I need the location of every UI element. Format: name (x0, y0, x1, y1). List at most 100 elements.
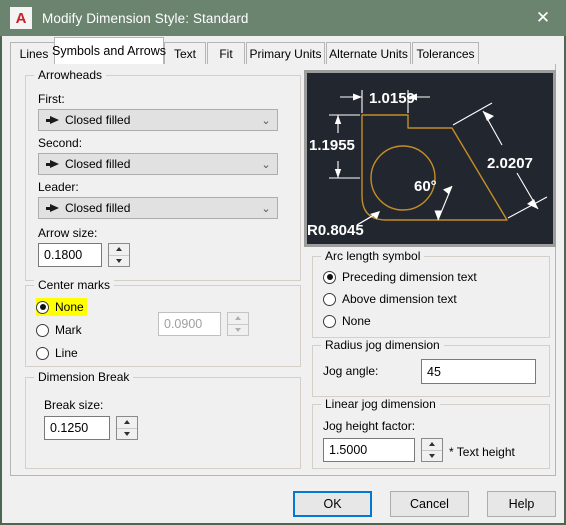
radius-jog-group-label: Radius jog dimension (321, 338, 444, 352)
modify-dimension-style-dialog: A Modify Dimension Style: Standard ✕ Lin… (0, 0, 566, 525)
spin-up-icon[interactable] (109, 244, 129, 255)
jog-height-spin-buttons (421, 438, 443, 462)
first-arrowhead-combo[interactable]: Closed filled ⌄ (38, 109, 278, 131)
spin-up-icon (228, 313, 248, 324)
preview-label-diagonal: 2.0207 (487, 155, 533, 172)
tab-label: Lines (19, 46, 49, 61)
spin-down-icon[interactable] (109, 254, 129, 266)
radio-icon (36, 346, 49, 360)
first-label: First: (38, 92, 65, 106)
title-bar: A Modify Dimension Style: Standard ✕ (0, 0, 566, 36)
chevron-down-icon: ⌄ (261, 202, 271, 215)
first-arrowhead-value: Closed filled (65, 113, 131, 127)
arc-length-option-preceding[interactable]: Preceding dimension text (323, 268, 477, 286)
arc-length-option-label: Preceding dimension text (342, 270, 477, 284)
dimension-style-preview: 1.0159 1.1955 R0.8045 60° 2.0207 (304, 70, 556, 247)
radius-jog-dimension-group: Radius jog dimension Jog angle: 45 (312, 338, 550, 397)
jog-angle-input[interactable]: 45 (421, 359, 536, 384)
center-mark-size-spin-buttons (227, 312, 249, 336)
center-marks-option-label: None (55, 300, 84, 314)
jog-height-factor-label: Jog height factor: (323, 419, 416, 433)
preview-label-radius: R0.8045 (307, 222, 364, 239)
tab-label: Fit (219, 46, 233, 61)
tab-tolerances[interactable]: Tolerances (412, 42, 479, 64)
jog-angle-label: Jog angle: (323, 364, 379, 378)
close-icon[interactable]: ✕ (520, 0, 566, 36)
center-marks-option-mark[interactable]: Mark (36, 321, 82, 339)
center-mark-size-input: 0.0900 (158, 312, 221, 336)
jog-height-factor-input[interactable]: 1.5000 (323, 438, 415, 462)
chevron-down-icon: ⌄ (261, 114, 271, 127)
preview-label-left: 1.1955 (309, 137, 355, 154)
center-marks-option-none[interactable]: None (36, 298, 87, 316)
dialog-title: Modify Dimension Style: Standard (42, 10, 249, 26)
center-marks-option-label: Line (55, 346, 78, 360)
center-mark-size-stepper: 0.0900 (158, 312, 249, 336)
tab-text[interactable]: Text (164, 42, 206, 64)
arc-length-option-label: Above dimension text (342, 292, 457, 306)
preview-label-top: 1.0159 (369, 90, 415, 107)
autocad-logo-icon: A (10, 7, 32, 29)
tab-primary-units[interactable]: Primary Units (246, 42, 325, 64)
tab-label: Primary Units (249, 46, 322, 61)
break-size-stepper[interactable]: 0.1250 (44, 416, 138, 440)
leader-arrowhead-combo[interactable]: Closed filled ⌄ (38, 197, 278, 219)
arrow-size-label: Arrow size: (38, 226, 98, 240)
break-size-spin-buttons (116, 416, 138, 440)
jog-height-factor-stepper[interactable]: 1.5000 (323, 438, 443, 462)
spin-down-icon (228, 323, 248, 335)
radio-icon (323, 270, 336, 284)
tab-label: Alternate Units (329, 46, 408, 61)
arc-length-option-above[interactable]: Above dimension text (323, 290, 457, 308)
preview-drawing: 1.0159 1.1955 R0.8045 60° 2.0207 (307, 73, 553, 244)
spin-down-icon[interactable] (117, 427, 137, 439)
center-marks-group: Center marks None Mark Line 0.0900 (25, 278, 301, 367)
linear-jog-dimension-group: Linear jog dimension Jog height factor: … (312, 397, 550, 469)
tab-lines[interactable]: Lines (10, 42, 58, 64)
arrowheads-group: Arrowheads First: Closed filled ⌄ Second… (25, 68, 301, 281)
tab-symbols-and-arrows[interactable]: Symbols and Arrows (52, 37, 166, 64)
arrow-size-spin-buttons (108, 243, 130, 267)
tab-label: Symbols and Arrows (52, 44, 166, 58)
ok-button[interactable]: OK (293, 491, 372, 517)
radio-icon (36, 300, 49, 314)
cancel-button[interactable]: Cancel (390, 491, 469, 517)
radio-icon (323, 292, 336, 306)
center-marks-group-label: Center marks (34, 278, 115, 292)
chevron-down-icon: ⌄ (261, 158, 271, 171)
tab-fit[interactable]: Fit (207, 42, 245, 64)
spin-up-icon[interactable] (422, 439, 442, 450)
arc-length-option-none[interactable]: None (323, 312, 371, 330)
linear-jog-group-label: Linear jog dimension (321, 397, 440, 411)
dimension-break-group-label: Dimension Break (34, 370, 134, 384)
center-marks-option-line[interactable]: Line (36, 344, 78, 362)
second-label: Second: (38, 136, 83, 150)
second-arrowhead-value: Closed filled (65, 157, 131, 171)
preview-label-angle: 60° (414, 178, 437, 195)
tab-label: Tolerances (416, 46, 475, 61)
closed-filled-arrow-icon (46, 115, 59, 125)
arc-length-symbol-group: Arc length symbol Preceding dimension te… (312, 249, 550, 338)
break-size-label: Break size: (44, 398, 104, 412)
arrow-size-stepper[interactable]: 0.1800 (38, 243, 130, 267)
arrowheads-group-label: Arrowheads (34, 68, 107, 82)
center-marks-option-label: Mark (55, 323, 82, 337)
arc-length-symbol-group-label: Arc length symbol (321, 249, 425, 263)
radio-icon (323, 314, 336, 328)
radio-icon (36, 323, 49, 337)
tab-strip: Lines Symbols and Arrows Text Fit Primar… (2, 36, 564, 64)
dimension-break-group: Dimension Break Break size: 0.1250 (25, 370, 301, 469)
text-height-suffix: * Text height (449, 445, 515, 459)
arc-length-option-label: None (342, 314, 371, 328)
closed-filled-arrow-icon (46, 159, 59, 169)
leader-label: Leader: (38, 180, 79, 194)
arrow-size-input[interactable]: 0.1800 (38, 243, 102, 267)
second-arrowhead-combo[interactable]: Closed filled ⌄ (38, 153, 278, 175)
closed-filled-arrow-icon (46, 203, 59, 213)
break-size-input[interactable]: 0.1250 (44, 416, 110, 440)
spin-up-icon[interactable] (117, 417, 137, 428)
help-button[interactable]: Help (487, 491, 556, 517)
spin-down-icon[interactable] (422, 449, 442, 461)
tab-label: Text (173, 46, 196, 61)
tab-alternate-units[interactable]: Alternate Units (326, 42, 411, 64)
